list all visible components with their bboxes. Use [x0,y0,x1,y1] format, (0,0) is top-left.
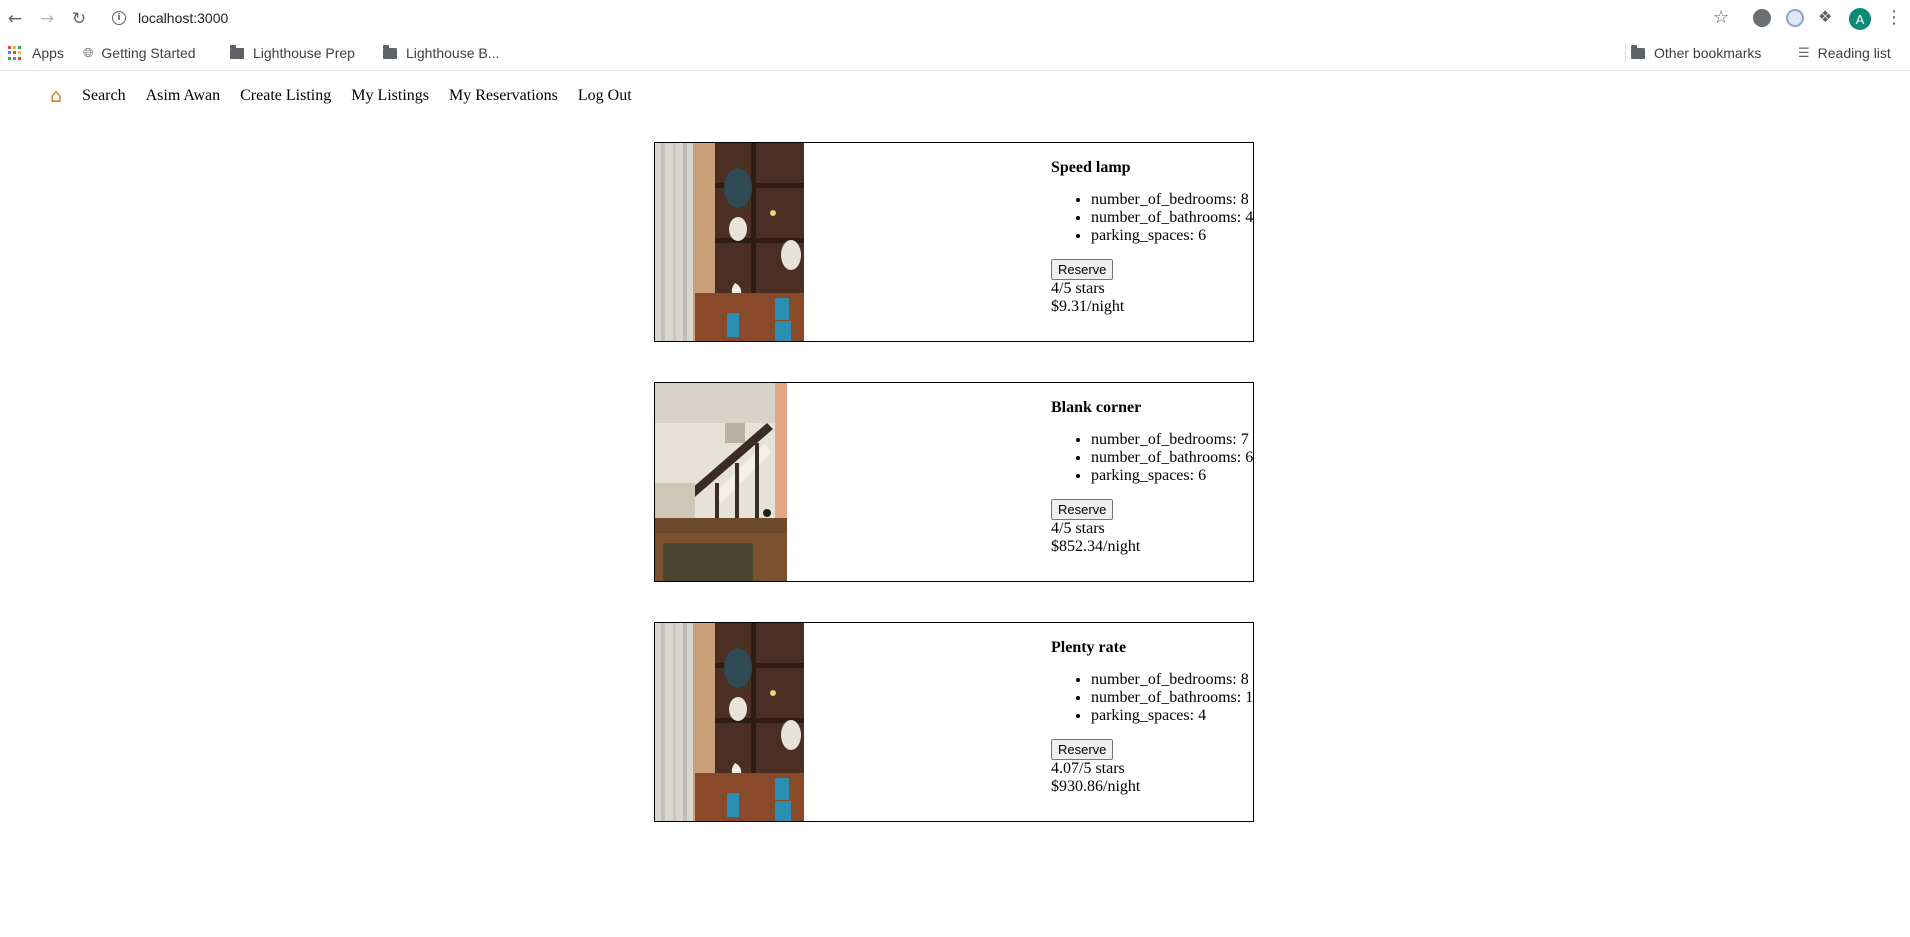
listing-card: Speed lamp number_of_bedrooms: 8 number_… [654,142,1254,342]
nav-user-name[interactable]: Asim Awan [146,87,221,105]
bookmark-getting-started[interactable]: 🌐︎ Getting Started [83,44,196,62]
bookmarks-divider [1625,44,1626,62]
home-icon[interactable]: ⌂ [50,85,62,107]
feature-parking: parking_spaces: 6 [1091,467,1261,485]
feature-bathrooms: number_of_bathrooms: 6 [1091,449,1261,467]
folder-icon [230,44,244,59]
feature-parking: parking_spaces: 4 [1091,707,1261,725]
feature-parking: parking_spaces: 6 [1091,227,1261,245]
listing-price: $9.31/night [1051,298,1125,315]
more-menu-icon[interactable]: ⋮ [1885,7,1903,28]
listing-features: number_of_bedrooms: 7 number_of_bathroom… [1051,431,1261,485]
listing-features: number_of_bedrooms: 8 number_of_bathroom… [1051,191,1261,245]
bookmark-apps[interactable]: Apps [8,44,64,62]
listing-title: Plenty rate [1051,639,1127,656]
listing-details: Speed lamp number_of_bedrooms: 8 number_… [1051,159,1261,316]
apps-grid-icon [8,46,22,60]
staircase-photo [655,383,787,581]
browser-toolbar: ← → ↻ i localhost:3000 ☆ ❖ A ⋮ Apps 🌐︎ G… [0,0,1910,71]
listing-card: Plenty rate number_of_bedrooms: 8 number… [654,622,1254,822]
extension-icon[interactable] [1753,9,1771,27]
globe-icon: 🌐︎ [83,45,94,61]
address-url[interactable]: localhost:3000 [138,10,228,26]
nav-my-reservations[interactable]: My Reservations [449,87,558,105]
extension-icon[interactable] [1786,9,1804,27]
folder-icon [1631,44,1645,59]
feature-bedrooms: number_of_bedrooms: 8 [1091,191,1261,209]
listing-title: Speed lamp [1051,159,1131,176]
nav-search[interactable]: Search [82,87,126,105]
puzzle-extensions-icon[interactable]: ❖ [1818,7,1836,26]
listing-details: Blank corner number_of_bedrooms: 7 numbe… [1051,399,1261,556]
reserve-button[interactable]: Reserve [1051,499,1114,520]
bookmark-lighthouse-b[interactable]: Lighthouse B... [383,44,499,62]
shelves-photo [655,623,804,821]
reading-list-label: Reading list [1817,45,1891,61]
folder-icon [383,44,397,59]
bookmark-label: Apps [32,45,64,61]
nav-my-listings[interactable]: My Listings [351,87,429,105]
listing-thumbnail [655,143,804,341]
site-info-icon[interactable]: i [112,11,126,25]
feature-bathrooms: number_of_bathrooms: 1 [1091,689,1261,707]
shelves-photo [655,143,804,341]
listing-thumbnail [655,383,787,581]
listing-rating: 4/5 stars [1051,280,1105,297]
bookmarks-bar: Apps 🌐︎ Getting Started Lighthouse Prep … [0,36,1910,70]
listing-title: Blank corner [1051,399,1142,416]
listing-price: $852.34/night [1051,538,1141,555]
bookmark-lighthouse-prep[interactable]: Lighthouse Prep [230,44,355,62]
listing-rating: 4/5 stars [1051,520,1105,537]
bookmark-label: Lighthouse B... [406,45,500,61]
nav-log-out[interactable]: Log Out [578,87,632,105]
address-row: ← → ↻ i localhost:3000 ☆ ❖ A ⋮ [0,0,1910,36]
other-bookmarks[interactable]: Other bookmarks [1631,44,1761,62]
address-bar[interactable]: i localhost:3000 [104,4,1744,32]
bookmark-label: Getting Started [101,45,196,61]
listing-price: $930.86/night [1051,778,1141,795]
feature-bathrooms: number_of_bathrooms: 4 [1091,209,1261,227]
reserve-button[interactable]: Reserve [1051,739,1114,760]
listing-card: Blank corner number_of_bedrooms: 7 numbe… [654,382,1254,582]
profile-avatar[interactable]: A [1849,8,1871,30]
other-bookmarks-label: Other bookmarks [1654,45,1762,61]
main-nav: ⌂ Search Asim Awan Create Listing My Lis… [50,84,652,108]
reload-icon[interactable]: ↻ [68,8,90,30]
listing-thumbnail [655,623,804,821]
listings-list: Speed lamp number_of_bedrooms: 8 number_… [654,142,1254,862]
forward-arrow-icon[interactable]: → [36,8,58,30]
reserve-button[interactable]: Reserve [1051,259,1114,280]
listing-features: number_of_bedrooms: 8 number_of_bathroom… [1051,671,1261,725]
listing-rating: 4.07/5 stars [1051,760,1125,777]
bookmark-label: Lighthouse Prep [253,45,355,61]
feature-bedrooms: number_of_bedrooms: 7 [1091,431,1261,449]
listing-details: Plenty rate number_of_bedrooms: 8 number… [1051,639,1261,796]
bookmark-star-icon[interactable]: ☆ [1713,7,1729,28]
reading-list-icon: ☰ [1798,45,1810,61]
reading-list[interactable]: ☰ Reading list [1798,44,1891,62]
back-arrow-icon[interactable]: ← [4,8,26,30]
feature-bedrooms: number_of_bedrooms: 8 [1091,671,1261,689]
nav-create-listing[interactable]: Create Listing [240,87,331,105]
